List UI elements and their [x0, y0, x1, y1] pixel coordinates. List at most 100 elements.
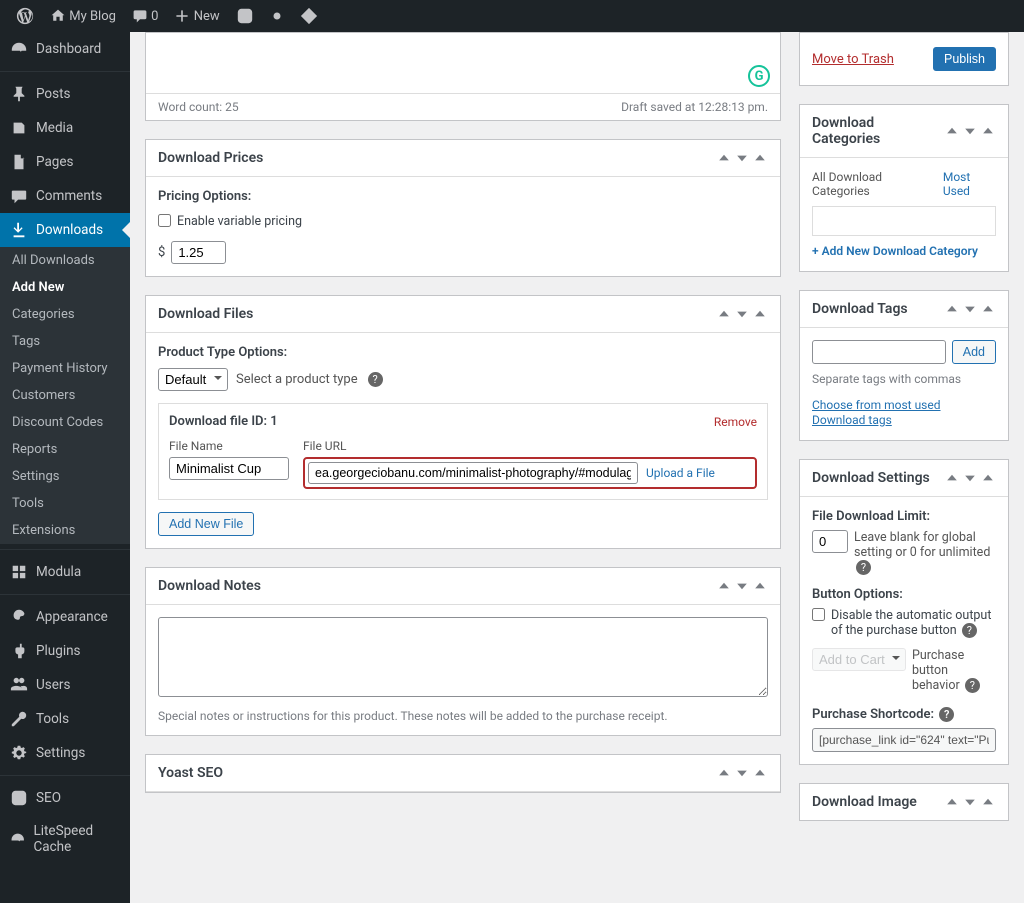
help-icon[interactable]: ?	[965, 678, 980, 693]
panel-title: Download Notes	[158, 578, 261, 594]
chevron-up-icon[interactable]	[716, 306, 732, 322]
grammarly-icon[interactable]: G	[748, 65, 770, 87]
collapse-icon[interactable]	[752, 578, 768, 594]
page-icon	[10, 153, 28, 171]
move-to-trash-link[interactable]: Move to Trash	[812, 52, 894, 67]
collapse-icon[interactable]	[752, 306, 768, 322]
sidebar-item-tools[interactable]: Tools	[0, 702, 130, 736]
wp-logo[interactable]	[8, 0, 42, 32]
help-icon[interactable]: ?	[368, 372, 383, 387]
enable-variable-pricing-checkbox[interactable]	[158, 214, 171, 227]
collapse-icon[interactable]	[980, 123, 996, 139]
tag-input[interactable]	[812, 340, 946, 364]
file-url-input[interactable]	[308, 462, 638, 484]
notes-textarea[interactable]	[158, 617, 768, 697]
chevron-up-icon[interactable]	[716, 150, 732, 166]
publish-button[interactable]: Publish	[933, 47, 996, 71]
upload-file-link[interactable]: Upload a File	[646, 466, 715, 480]
file-name-input[interactable]	[169, 457, 289, 480]
remove-file-link[interactable]: Remove	[714, 415, 757, 429]
sidebar-sub-discount-codes[interactable]: Discount Codes	[0, 409, 130, 436]
chevron-up-icon[interactable]	[716, 765, 732, 781]
file-limit-input[interactable]	[812, 530, 848, 553]
site-home[interactable]: My Blog	[42, 0, 124, 32]
collapse-icon[interactable]	[752, 150, 768, 166]
sidebar-item-settings[interactable]: Settings	[0, 736, 130, 770]
help-icon[interactable]: ?	[962, 623, 977, 638]
chevron-down-icon[interactable]	[734, 765, 750, 781]
sidebar-item-litespeed-cache[interactable]: LiteSpeed Cache	[0, 815, 130, 863]
sidebar-sub-customers[interactable]: Customers	[0, 382, 130, 409]
sidebar-item-comments[interactable]: Comments	[0, 179, 130, 213]
comments-bubble[interactable]: 0	[124, 0, 167, 32]
add-new-file-button[interactable]: Add New File	[158, 512, 254, 536]
sidebar-sub-all-downloads[interactable]: All Downloads	[0, 247, 130, 274]
chevron-down-icon[interactable]	[734, 306, 750, 322]
price-input[interactable]	[171, 241, 226, 264]
sidebar-item-label: Posts	[36, 86, 70, 102]
add-category-link[interactable]: + Add New Download Category	[812, 244, 978, 258]
dashboard-icon	[10, 40, 28, 58]
purchase-behavior-label: Purchase button behavior	[912, 648, 964, 693]
sidebar-sub-categories[interactable]: Categories	[0, 301, 130, 328]
sidebar-item-downloads[interactable]: Downloads	[0, 213, 130, 247]
sidebar-sub-reports[interactable]: Reports	[0, 436, 130, 463]
sidebar-item-appearance[interactable]: Appearance	[0, 600, 130, 634]
sidebar-sub-tags[interactable]: Tags	[0, 328, 130, 355]
add-tag-button[interactable]: Add	[952, 340, 996, 364]
yoast-seo-panel: Yoast SEO	[145, 754, 781, 793]
chevron-down-icon[interactable]	[734, 150, 750, 166]
yoast-topbar-icon[interactable]	[228, 0, 262, 32]
sidebar-item-posts[interactable]: Posts	[0, 77, 130, 111]
collapse-icon[interactable]	[980, 301, 996, 317]
tags-hint: Separate tags with commas	[812, 372, 996, 386]
chevron-up-icon[interactable]	[944, 794, 960, 810]
collapse-icon[interactable]	[752, 765, 768, 781]
sidebar-item-pages[interactable]: Pages	[0, 145, 130, 179]
sidebar-sub-settings[interactable]: Settings	[0, 463, 130, 490]
chevron-up-icon[interactable]	[944, 301, 960, 317]
sidebar-sub-extensions[interactable]: Extensions	[0, 517, 130, 544]
help-icon[interactable]: ?	[939, 707, 954, 722]
help-icon[interactable]: ?	[856, 560, 871, 575]
sidebar-item-seo[interactable]: SEO	[0, 781, 130, 815]
disable-purchase-button-checkbox[interactable]	[812, 608, 825, 621]
choose-tags-link[interactable]: Choose from most used Download tags	[812, 398, 941, 427]
chevron-down-icon[interactable]	[962, 794, 978, 810]
file-name-label: File Name	[169, 439, 289, 453]
sidebar-item-label: Users	[36, 677, 70, 693]
new-content[interactable]: New	[166, 0, 227, 32]
sidebar-sub-tools[interactable]: Tools	[0, 490, 130, 517]
chevron-down-icon[interactable]	[962, 301, 978, 317]
shortcode-input[interactable]	[812, 728, 996, 752]
chevron-down-icon[interactable]	[962, 470, 978, 486]
collapse-icon[interactable]	[980, 794, 996, 810]
chevron-up-icon[interactable]	[716, 578, 732, 594]
draft-saved: Draft saved at 12:28:13 pm.	[621, 100, 768, 114]
pin-icon	[10, 85, 28, 103]
topbar-dot-icon[interactable]	[262, 0, 292, 32]
publish-panel: Move to Trash Publish	[799, 32, 1009, 86]
chevron-down-icon[interactable]	[734, 578, 750, 594]
sidebar-sub-payment-history[interactable]: Payment History	[0, 355, 130, 382]
chevron-up-icon[interactable]	[944, 123, 960, 139]
sidebar-item-plugins[interactable]: Plugins	[0, 634, 130, 668]
sidebar-item-users[interactable]: Users	[0, 668, 130, 702]
download-notes-panel: Download Notes Special notes or instruct…	[145, 567, 781, 736]
product-type-hint: Select a product type	[236, 372, 358, 387]
file-limit-hint: Leave blank for global setting or 0 for …	[854, 530, 990, 560]
admin-topbar: My Blog 0 New	[0, 0, 1024, 32]
sidebar-item-modula[interactable]: Modula	[0, 555, 130, 589]
product-type-select[interactable]: Default	[158, 368, 228, 391]
chevron-up-icon[interactable]	[944, 470, 960, 486]
collapse-icon[interactable]	[980, 470, 996, 486]
tab-most-used[interactable]: Most Used	[943, 170, 996, 198]
sidebar-sub-add-new[interactable]: Add New	[0, 274, 130, 301]
comment-icon	[10, 187, 28, 205]
sidebar-item-media[interactable]: Media	[0, 111, 130, 145]
editor-content[interactable]: G	[146, 33, 780, 93]
topbar-diamond-icon[interactable]	[292, 0, 326, 32]
chevron-down-icon[interactable]	[962, 123, 978, 139]
sidebar-item-dashboard[interactable]: Dashboard	[0, 32, 130, 66]
tab-all-categories[interactable]: All Download Categories	[812, 170, 933, 198]
